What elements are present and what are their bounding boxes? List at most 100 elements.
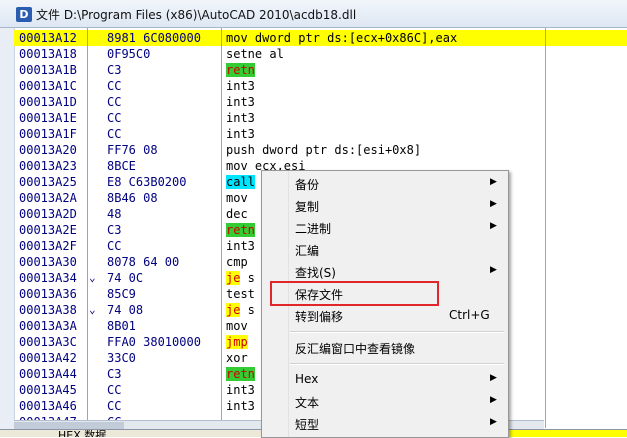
instruction-cell: call bbox=[226, 174, 255, 190]
disasm-row[interactable]: 00013A12 8981 6C080000 mov dword ptr ds:[e… bbox=[14, 30, 627, 46]
title-bar: D 文件 D:\Program Files (x86)\AutoCAD 2010… bbox=[0, 0, 627, 28]
hex-bytes-cell: CC bbox=[107, 239, 122, 253]
hex-bytes-cell: CC bbox=[107, 383, 122, 397]
address-cell: 00013A2A bbox=[19, 191, 77, 205]
menu-item[interactable]: 短型 ▶ bbox=[262, 413, 508, 435]
instruction-cell: cmp bbox=[226, 254, 248, 270]
jump-arrow-icon: ⌄ bbox=[89, 271, 96, 284]
menu-item-label: 短型 bbox=[295, 418, 320, 432]
address-cell: 00013A1C bbox=[19, 79, 77, 93]
submenu-arrow-icon: ▶ bbox=[490, 265, 497, 275]
instruction-cell: int3 bbox=[226, 94, 255, 110]
submenu-arrow-icon: ▶ bbox=[490, 417, 497, 427]
menu-item[interactable]: 汇编 bbox=[262, 239, 508, 261]
instruction-text: int3 bbox=[226, 399, 255, 413]
menu-item[interactable]: Hex ▶ bbox=[262, 369, 508, 391]
address-cell: 00013A36 bbox=[19, 287, 77, 301]
hex-bytes-cell: CC bbox=[107, 399, 122, 413]
menu-item[interactable]: 查找(S) ▶ bbox=[262, 261, 508, 283]
instruction-cell: jmp bbox=[226, 334, 248, 350]
app-icon: D bbox=[16, 7, 32, 22]
address-cell: 00013A2F bbox=[19, 239, 77, 253]
hex-bytes-cell: CC bbox=[107, 95, 122, 109]
menu-divider bbox=[290, 363, 504, 365]
menu-item-label: 转到偏移 bbox=[295, 310, 344, 324]
instruction-text: test bbox=[226, 287, 255, 301]
instruction-cell: je s bbox=[226, 270, 255, 286]
hex-bytes-cell: 74 08 bbox=[107, 303, 144, 317]
instruction-mnemonic: retn bbox=[226, 367, 255, 381]
instruction-cell: mov bbox=[226, 318, 248, 334]
instruction-cell: int3 bbox=[226, 382, 255, 398]
instruction-text: setne al bbox=[226, 47, 284, 61]
column-divider bbox=[545, 28, 546, 428]
address-cell: 00013A20 bbox=[19, 143, 77, 157]
address-cell: 00013A42 bbox=[19, 351, 77, 365]
column-divider bbox=[221, 28, 222, 428]
disasm-row[interactable]: 00013A1D CC int3 bbox=[14, 94, 627, 110]
hex-bytes-cell: 8078 64 00 bbox=[107, 255, 180, 269]
instruction-cell: int3 bbox=[226, 398, 255, 414]
instruction-cell: retn bbox=[226, 222, 255, 238]
address-cell: 00013A1D bbox=[19, 95, 77, 109]
address-cell: 00013A25 bbox=[19, 175, 77, 189]
menu-item[interactable]: 转到偏移 Ctrl+G bbox=[262, 305, 508, 327]
hex-bytes-cell: 48 bbox=[107, 207, 122, 221]
address-cell: 00013A3A bbox=[19, 319, 77, 333]
menu-item[interactable]: 文本 ▶ bbox=[262, 391, 508, 413]
hex-bytes-cell: CC bbox=[107, 111, 122, 125]
menu-item[interactable]: 复制 ▶ bbox=[262, 195, 508, 217]
instruction-text: int3 bbox=[226, 239, 255, 253]
instruction-text: cmp bbox=[226, 255, 248, 269]
address-cell: 00013A3C bbox=[19, 335, 77, 349]
menu-item[interactable]: 反汇编窗口中查看镜像 bbox=[262, 337, 508, 359]
instruction-cell: je s bbox=[226, 302, 255, 318]
left-margin-strip bbox=[0, 28, 15, 436]
context-menu: 备份 ▶ 复制 ▶ 二进制 ▶ 汇编 查找(S) ▶ 保存文件 转到偏移 Ctrl+G 反汇编窗口中查看… bbox=[261, 170, 509, 438]
hex-bytes-cell: C3 bbox=[107, 223, 122, 237]
hex-bytes-cell: 74 0C bbox=[107, 271, 144, 285]
hex-bytes-cell: C3 bbox=[107, 367, 122, 381]
disasm-row[interactable]: 00013A18 0F95C0 setne al bbox=[14, 46, 627, 62]
hex-bytes-cell: CC bbox=[107, 79, 122, 93]
hex-bytes-cell: FFA0 38010000 bbox=[107, 335, 201, 349]
instruction-text: mov bbox=[226, 319, 248, 333]
hex-bytes-cell: 85C9 bbox=[107, 287, 136, 301]
instruction-mnemonic: jmp bbox=[226, 335, 248, 349]
hex-bytes-cell: CC bbox=[107, 127, 122, 141]
menu-item-label: 反汇编窗口中查看镜像 bbox=[295, 342, 416, 356]
disasm-row[interactable]: 00013A1F CC int3 bbox=[14, 126, 627, 142]
submenu-arrow-icon: ▶ bbox=[490, 221, 497, 231]
disasm-row[interactable]: 00013A20 FF76 08 push dword ptr ds:[esi+0x… bbox=[14, 142, 627, 158]
disasm-row[interactable]: 00013A1E CC int3 bbox=[14, 110, 627, 126]
highlight-annotation-box bbox=[270, 281, 439, 306]
menu-item[interactable]: 二进制 ▶ bbox=[262, 217, 508, 239]
menu-item-label: 文本 bbox=[295, 396, 320, 410]
address-cell: 00013A18 bbox=[19, 47, 77, 61]
submenu-arrow-icon: ▶ bbox=[490, 177, 497, 187]
hex-bytes-cell: 8B46 08 bbox=[107, 191, 158, 205]
instruction-cell: mov dword ptr ds:[ecx+0x86C],eax bbox=[226, 30, 457, 46]
address-cell: 00013A44 bbox=[19, 367, 77, 381]
instruction-text: int3 bbox=[226, 95, 255, 109]
disasm-row[interactable]: 00013A1C CC int3 bbox=[14, 78, 627, 94]
menu-item[interactable]: 备份 ▶ bbox=[262, 173, 508, 195]
window-title: 文件 D:\Program Files (x86)\AutoCAD 2010\a… bbox=[36, 8, 357, 22]
disasm-row[interactable]: 00013A1B C3 retn bbox=[14, 62, 627, 78]
instruction-mnemonic: call bbox=[226, 175, 255, 189]
hex-bytes-cell: 8B01 bbox=[107, 319, 136, 333]
address-cell: 00013A2D bbox=[19, 207, 77, 221]
column-divider bbox=[87, 28, 88, 428]
menu-shortcut: Ctrl+G bbox=[449, 308, 490, 322]
address-cell: 00013A38 bbox=[19, 303, 77, 317]
instruction-text: int3 bbox=[226, 127, 255, 141]
instruction-operand: s bbox=[240, 303, 255, 317]
menu-item-label: 汇编 bbox=[295, 244, 320, 258]
instruction-text: int3 bbox=[226, 383, 255, 397]
menu-item-label: 查找(S) bbox=[295, 266, 336, 280]
instruction-cell: int3 bbox=[226, 126, 255, 142]
scrollbar-thumb[interactable] bbox=[14, 422, 124, 429]
menu-item-label: 复制 bbox=[295, 200, 320, 214]
instruction-mnemonic: je bbox=[226, 303, 241, 317]
instruction-text: int3 bbox=[226, 79, 255, 93]
